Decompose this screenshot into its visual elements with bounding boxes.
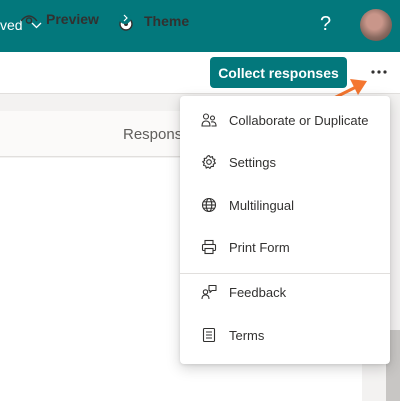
menu-item-feedback[interactable]: Feedback (180, 272, 390, 312)
preview-label: Preview (46, 11, 99, 27)
palette-icon (116, 11, 136, 31)
menu-item-label: Print Form (229, 239, 290, 255)
printer-icon (201, 239, 217, 255)
menu-item-label: Collaborate or Duplicate (229, 112, 369, 128)
gear-icon (201, 154, 217, 170)
document-icon (201, 327, 217, 343)
avatar[interactable] (360, 9, 392, 41)
theme-button[interactable]: Theme (116, 11, 189, 31)
menu-item-collaborate[interactable]: Collaborate or Duplicate (180, 100, 390, 140)
more-options-menu: Collaborate or Duplicate Settings Multil… (180, 96, 390, 364)
menu-item-print-form[interactable]: Print Form (180, 227, 390, 267)
menu-item-multilingual[interactable]: Multilingual (180, 185, 390, 225)
feedback-icon (201, 284, 217, 300)
more-icon (371, 70, 387, 74)
eye-icon (20, 15, 38, 24)
menu-item-label: Terms (229, 327, 265, 343)
theme-label: Theme (144, 13, 190, 29)
menu-item-label: Multilingual (229, 197, 295, 213)
menu-item-label: Feedback (229, 284, 287, 300)
help-button[interactable]: ? (320, 13, 331, 36)
globe-icon (201, 197, 217, 213)
tab-responses[interactable]: Respons (123, 126, 182, 143)
menu-item-label: Settings (229, 154, 276, 170)
people-icon (201, 112, 217, 128)
menu-item-settings[interactable]: Settings (180, 142, 390, 182)
menu-item-terms[interactable]: Terms (180, 315, 390, 355)
preview-button[interactable]: Preview (20, 11, 99, 27)
